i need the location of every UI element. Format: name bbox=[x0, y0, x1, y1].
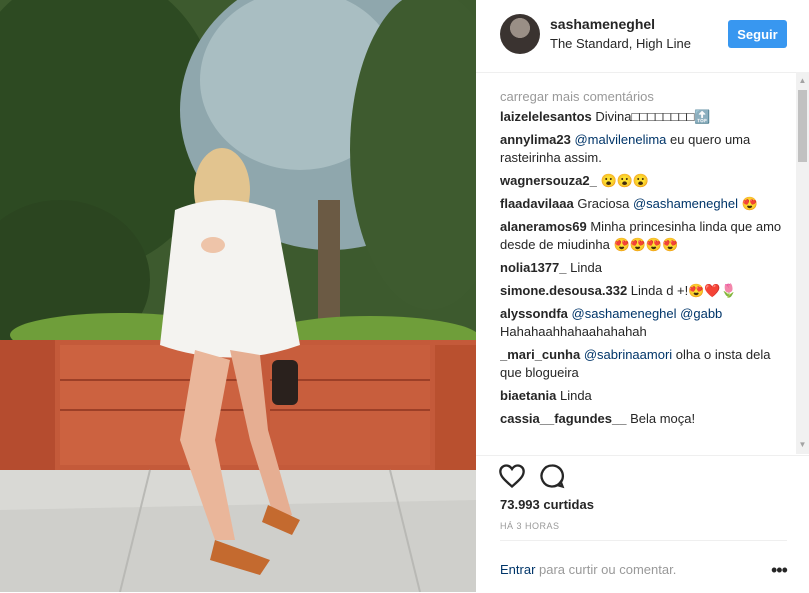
scroll-up-arrow-icon[interactable]: ▲ bbox=[796, 74, 809, 88]
post-actions bbox=[476, 455, 809, 496]
post-sidebar: sashameneghel The Standard, High Line Se… bbox=[476, 0, 809, 592]
comment-item: simone.desousa.332 Linda d +!😍❤️🌷 bbox=[500, 282, 790, 300]
comment-text: Hahahaahhahaahahahah bbox=[500, 324, 647, 339]
add-comment-section: Entrar para curtir ou comentar. ••• bbox=[500, 540, 788, 593]
comment-item: cassia__fagundes__ Bela moça! bbox=[500, 410, 790, 428]
comment-mention[interactable]: @sashameneghel bbox=[633, 196, 738, 211]
login-link[interactable]: Entrar bbox=[500, 562, 535, 577]
comment-username[interactable]: alyssondfa bbox=[500, 306, 568, 321]
comment-mention[interactable]: @malvilenelima bbox=[574, 132, 666, 147]
comment-item: annylima23 @malvilenelima eu quero uma r… bbox=[500, 131, 790, 167]
login-prompt-text: para curtir ou comentar. bbox=[535, 562, 677, 577]
comment-item: _mari_cunha @sabrinaamori olha o insta d… bbox=[500, 346, 790, 382]
username-link[interactable]: sashameneghel bbox=[550, 16, 655, 32]
comment-mention[interactable]: @sabrinaamori bbox=[584, 347, 672, 362]
comment-list: carregar mais comentários laizelelesanto… bbox=[500, 84, 790, 454]
comment-text: Divina□□□□□□□□🔝 bbox=[591, 109, 711, 124]
comment-item: alyssondfa @sashameneghel @gabb Hahahaah… bbox=[500, 305, 790, 341]
comment-mention[interactable]: @sashameneghel bbox=[572, 306, 677, 321]
post-header: sashameneghel The Standard, High Line Se… bbox=[476, 0, 809, 73]
comment-text: 😮😮😮 bbox=[596, 173, 649, 188]
follow-button[interactable]: Seguir bbox=[728, 20, 787, 48]
heart-icon[interactable] bbox=[498, 462, 526, 490]
comment-username[interactable]: nolia1377_ bbox=[500, 260, 567, 275]
comment-username[interactable]: biaetania bbox=[500, 388, 556, 403]
scrollbar-thumb[interactable] bbox=[798, 90, 807, 162]
comment-icon[interactable] bbox=[538, 462, 566, 490]
comment-tail: 😍 bbox=[737, 196, 758, 211]
comment-username[interactable]: alaneramos69 bbox=[500, 219, 587, 234]
comments-scrollbar[interactable]: ▲ ▼ bbox=[796, 72, 809, 454]
comment-item: nolia1377_ Linda bbox=[500, 259, 790, 277]
comment-text: Linda d +!😍❤️🌷 bbox=[627, 283, 737, 298]
comment-item: alaneramos69 Minha princesinha linda que… bbox=[500, 218, 790, 254]
comment-username[interactable]: _mari_cunha bbox=[500, 347, 580, 362]
comment-username[interactable]: simone.desousa.332 bbox=[500, 283, 627, 298]
scroll-down-arrow-icon[interactable]: ▼ bbox=[796, 438, 809, 452]
comment-username[interactable]: flaadavilaaa bbox=[500, 196, 574, 211]
login-prompt: Entrar para curtir ou comentar. bbox=[500, 562, 676, 577]
comment-username[interactable]: annylima23 bbox=[500, 132, 571, 147]
comment-mention[interactable]: @gabb bbox=[680, 306, 722, 321]
comment-item: flaadavilaaa Graciosa @sashameneghel 😍 bbox=[500, 195, 790, 213]
load-more-comments[interactable]: carregar mais comentários bbox=[500, 88, 790, 106]
comment-text: Graciosa bbox=[573, 196, 633, 211]
comment-text: Bela moça! bbox=[626, 411, 696, 426]
location-link[interactable]: The Standard, High Line bbox=[550, 36, 691, 51]
avatar[interactable] bbox=[500, 14, 540, 54]
post-timestamp[interactable]: HÁ 3 HORAS bbox=[500, 521, 560, 531]
more-options-icon[interactable]: ••• bbox=[771, 560, 788, 581]
comment-username[interactable]: laizelelesantos bbox=[500, 109, 592, 124]
comment-username[interactable]: cassia__fagundes__ bbox=[500, 411, 626, 426]
comment-item: wagnersouza2_ 😮😮😮 bbox=[500, 172, 790, 190]
comment-item: laizelelesantos Divina□□□□□□□□🔝 bbox=[500, 108, 790, 126]
comment-item: biaetania Linda bbox=[500, 387, 790, 405]
comment-text: Linda bbox=[556, 388, 592, 403]
post-photo[interactable] bbox=[0, 0, 476, 592]
like-count[interactable]: 73.993 curtidas bbox=[500, 497, 594, 512]
comment-text: Linda bbox=[566, 260, 602, 275]
comment-username[interactable]: wagnersouza2_ bbox=[500, 173, 597, 188]
